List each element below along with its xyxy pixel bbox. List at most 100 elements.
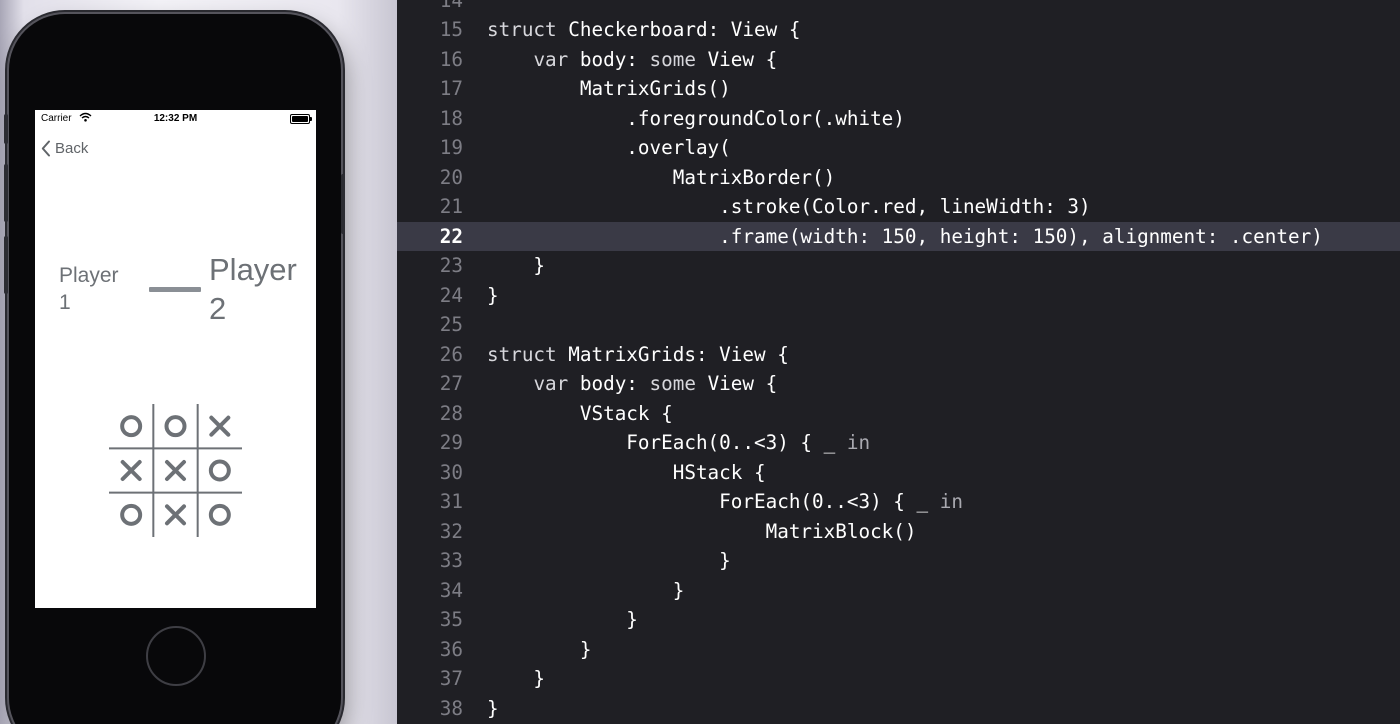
line-number: 21 [439,195,463,218]
line-number: 19 [439,136,463,159]
tic-tac-toe-board[interactable] [109,404,242,537]
home-button[interactable] [146,626,206,686]
code-line[interactable]: 14 [397,0,1400,15]
code-line[interactable]: 26 struct MatrixGrids: View { [397,340,1400,370]
code-token: } [487,696,499,720]
code-token: ForEach(0..<3) { _ [487,490,940,513]
line-number: 15 [439,18,463,41]
code-token: MatrixBlock() [487,519,917,543]
code-token: VStack { [487,401,673,425]
line-number: 36 [439,637,463,661]
code-line[interactable]: 25 [397,310,1400,340]
simulator-panel: Carrier 12:32 PM Back Player 1 Player 2 [0,0,397,724]
code-line[interactable]: 34 } [397,576,1400,606]
code-token: View { [707,47,778,71]
player2-label: Player 2 [209,250,316,328]
code-line[interactable]: 19 .overlay( [397,133,1400,163]
circle-mark-icon [164,415,187,438]
code-token: } [487,637,592,661]
code-line[interactable]: 23 } [397,251,1400,281]
code-token: body: [579,47,650,71]
code-token: some [649,372,708,395]
code-token: : View { [695,342,789,366]
code-text: } [487,664,545,694]
code-text: } [487,694,499,724]
line-number: 29 [439,431,463,454]
volume-down-button [4,236,8,294]
code-line[interactable]: 15 struct Checkerboard: View { [397,15,1400,45]
back-button[interactable]: Back [41,137,88,159]
line-number: 25 [439,313,463,336]
code-text: HStack { [487,458,766,488]
code-text: } [487,635,592,665]
cross-mark-icon [120,460,142,481]
code-text: struct MatrixGrids: View { [487,340,789,370]
code-token: HStack { [487,460,766,484]
line-number: 24 [439,283,463,307]
code-editor[interactable]: 14 15 struct Checkerboard: View {16 var bo… [397,0,1400,724]
code-line[interactable]: 24} [397,281,1400,311]
circle-mark-icon [120,415,143,438]
code-token: } [487,283,499,307]
code-token: var [533,47,580,71]
code-token: Checkerboard [568,18,708,41]
code-line[interactable]: 35 } [397,605,1400,635]
back-label: Back [55,139,89,157]
code-text: MatrixBorder() [487,163,836,193]
line-number: 34 [439,578,463,602]
code-line[interactable]: 37 } [397,664,1400,694]
code-line[interactable]: 31 ForEach(0..<3) { _ in [397,487,1400,517]
line-number: 28 [439,401,463,425]
active-player-indicator [149,287,201,292]
player2-number: 2 [209,291,227,326]
battery-icon [290,114,312,124]
volume-up-button [4,164,8,222]
code-text: ForEach(0..<3) { _ in [487,428,870,458]
line-number: 30 [439,460,463,484]
chevron-left-icon [41,140,50,156]
circle-mark-icon [208,503,231,526]
line-number: 37 [439,667,463,690]
player1-number: 1 [59,291,71,314]
cross-mark-icon [165,460,186,481]
circle-mark-icon [120,503,143,526]
code-token: } [487,254,546,277]
code-line[interactable]: 22 .frame(width: 150, height: 150), alig… [397,221,1400,251]
code-token: } [487,578,685,602]
code-token: struct [487,18,569,41]
code-line[interactable]: 28 VStack { [397,399,1400,429]
code-line[interactable]: 20 MatrixBorder() [397,163,1400,193]
code-line[interactable]: 18 .foregroundColor(.white) [397,104,1400,134]
code-line[interactable]: 36 } [397,635,1400,665]
code-token: .foregroundColor(.white) [487,106,905,130]
code-line[interactable]: 33 } [397,546,1400,576]
code-token: struct [487,342,569,366]
code-token: } [487,667,546,690]
circle-mark-icon [208,459,231,482]
code-line[interactable]: 38} [397,694,1400,724]
code-line[interactable]: 32 MatrixBlock() [397,517,1400,547]
code-token: body: [579,372,650,395]
code-token: .frame(width: 150, height: 150), alignme… [487,224,1323,248]
line-number: 27 [439,372,463,395]
code-token: : View { [707,18,801,41]
code-line[interactable]: 29 ForEach(0..<3) { _ in [397,428,1400,458]
code-line[interactable]: 27 var body: some View { [397,369,1400,399]
player1-label: Player 1 [59,262,139,316]
power-button [341,174,345,234]
code-token: MatrixGrids [568,342,696,366]
line-number: 18 [439,106,463,130]
earpiece [110,18,240,22]
line-number: 33 [439,549,463,572]
code-token: var [533,372,580,395]
code-text: var body: some View { [487,45,777,75]
code-line[interactable]: 21 .stroke(Color.red, lineWidth: 3) [397,192,1400,222]
code-line[interactable]: 17 MatrixGrids() [397,74,1400,104]
code-line[interactable]: 30 HStack { [397,458,1400,488]
code-text: .overlay( [487,133,730,163]
cross-mark-icon [165,504,186,526]
code-token: MatrixBorder() [487,165,836,189]
code-line[interactable]: 16 var body: some View { [397,45,1400,75]
